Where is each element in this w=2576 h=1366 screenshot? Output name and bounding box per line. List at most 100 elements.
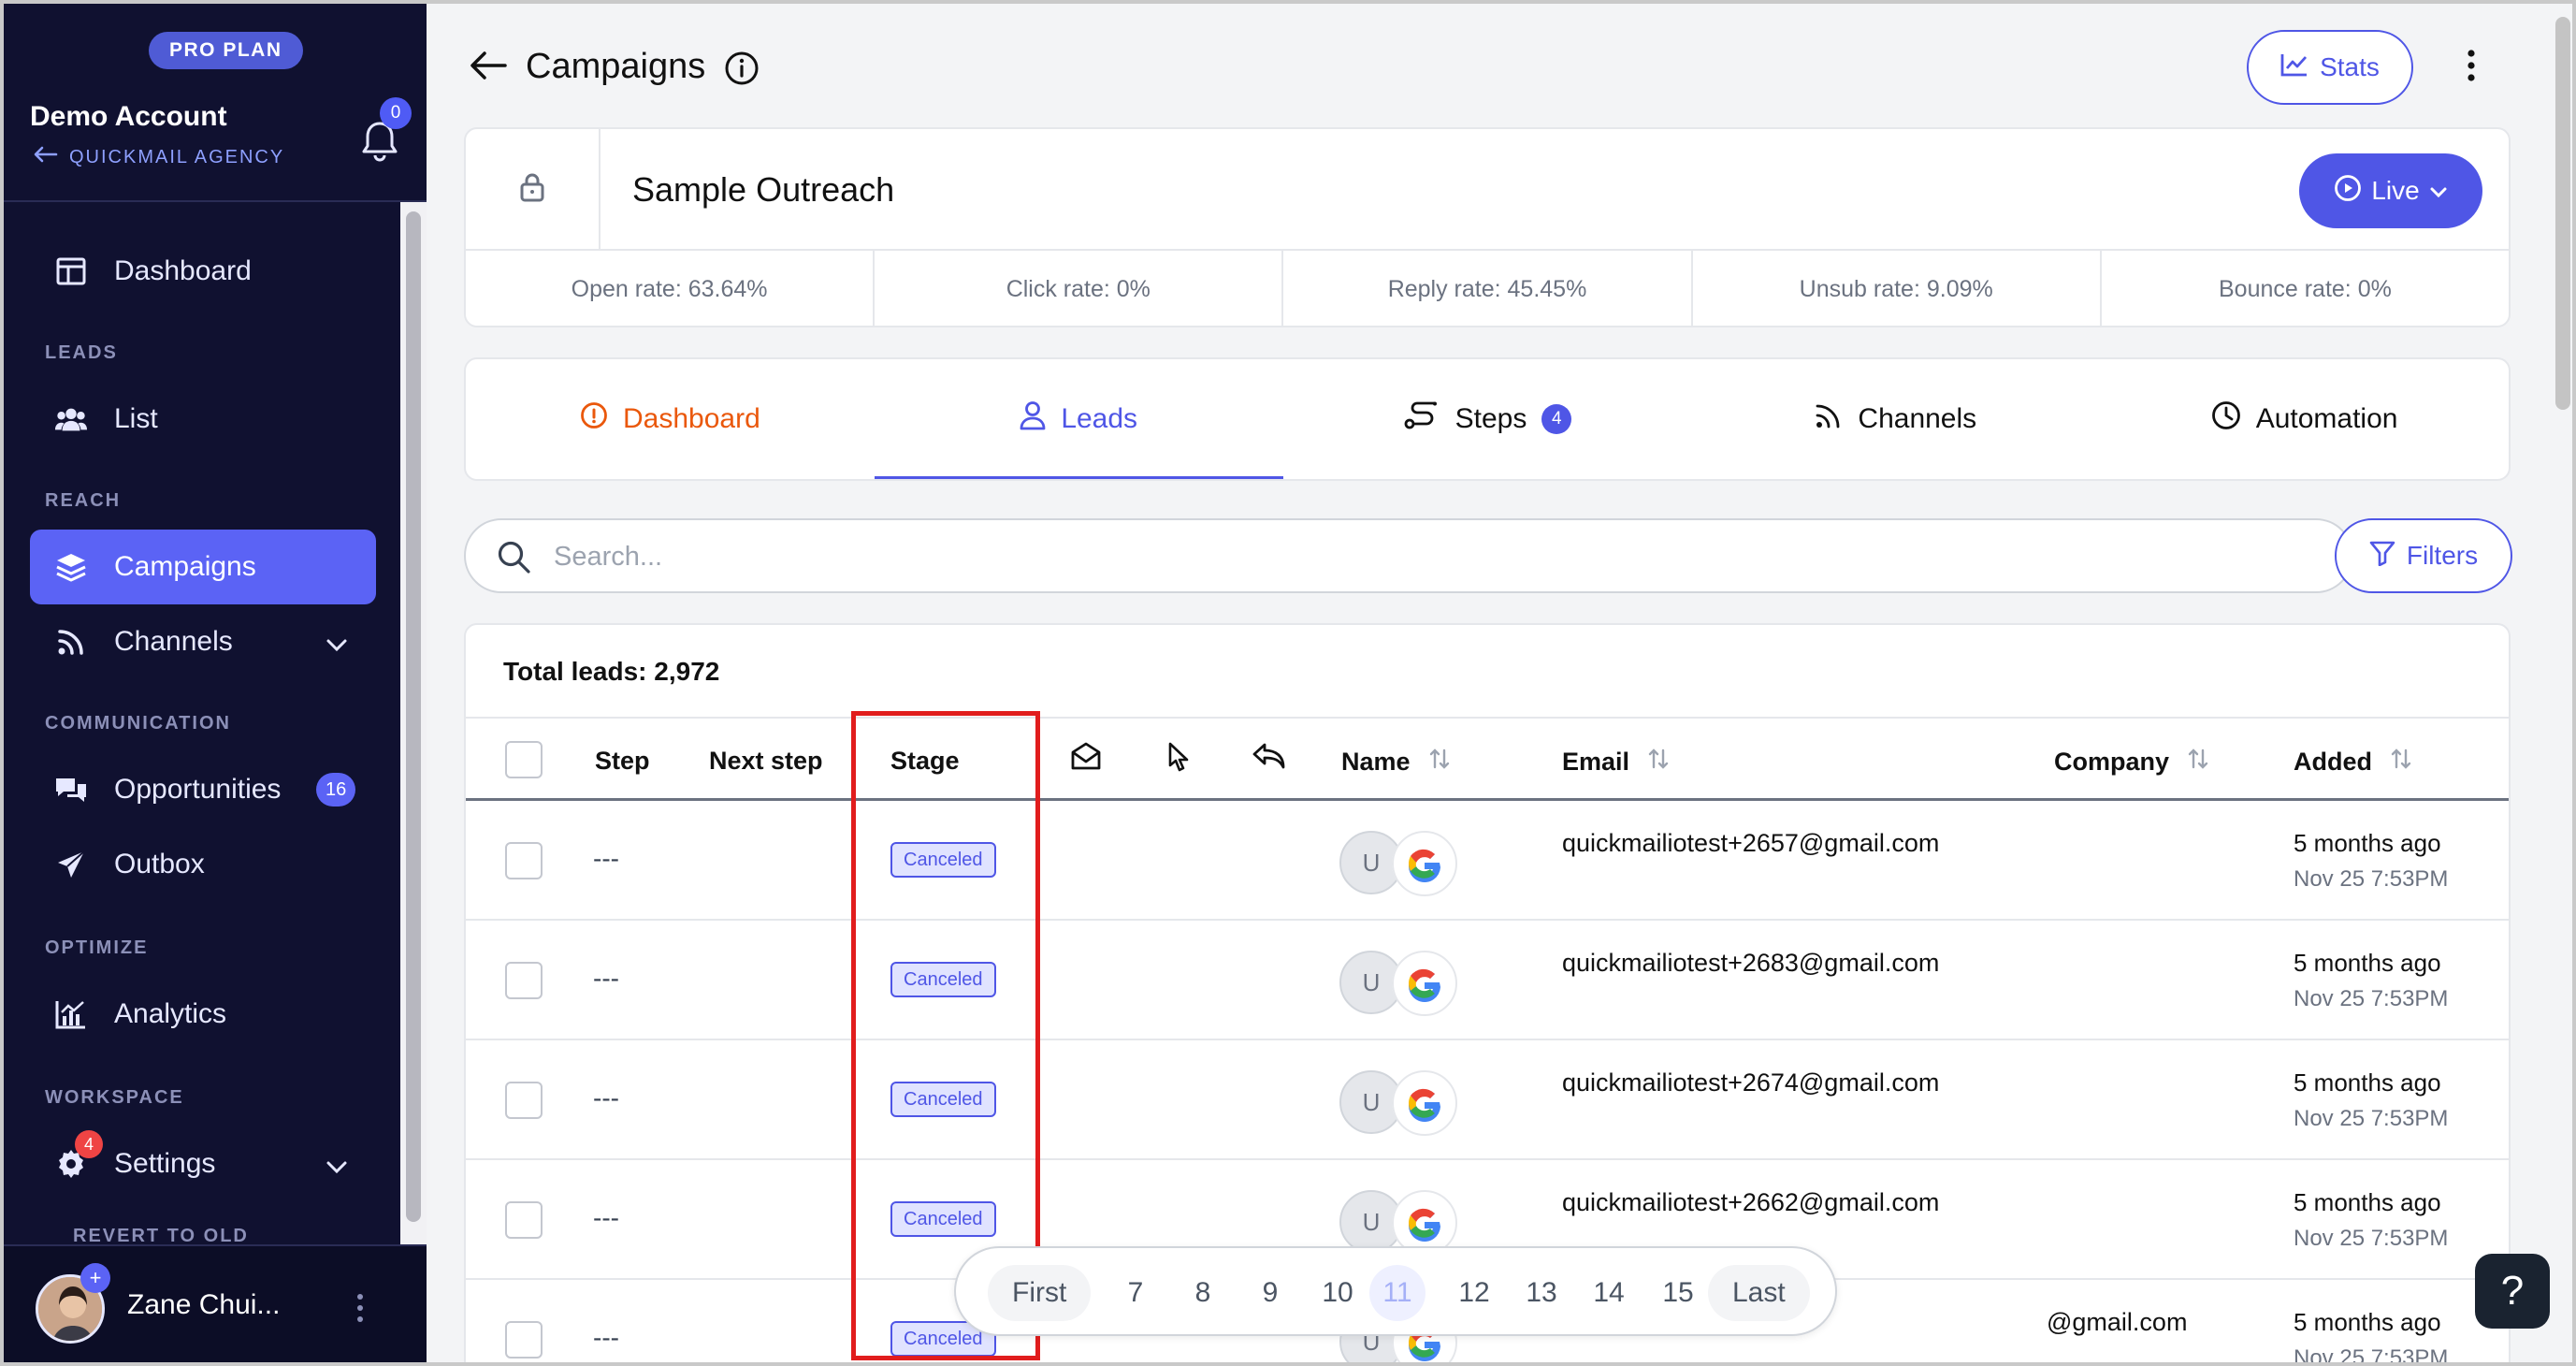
chat-icon: [54, 773, 88, 807]
account-name[interactable]: Demo Account: [30, 101, 227, 133]
sidebar-item-dashboard[interactable]: Dashboard: [30, 234, 376, 309]
page-button[interactable]: 13: [1517, 1265, 1566, 1321]
unsub-rate: Unsub rate: 9.09%: [1693, 251, 2102, 327]
added-date: Nov 25 7:53PM: [2294, 1106, 2449, 1131]
table-row[interactable]: --- Canceled U quickmailiotest+2674@gmai…: [466, 1040, 2509, 1160]
settings-count-badge: 4: [75, 1130, 103, 1158]
kebab-menu-icon[interactable]: [355, 1293, 365, 1328]
sort-icon: [2188, 747, 2208, 777]
stats-button-label: Stats: [2320, 52, 2380, 81]
tab-leads[interactable]: Leads: [874, 359, 1283, 479]
page-button[interactable]: 7: [1117, 1265, 1154, 1321]
sort-icon: [1648, 747, 1669, 777]
tab-dashboard[interactable]: Dashboard: [466, 359, 875, 479]
column-email[interactable]: Email: [1562, 747, 1669, 777]
page-title: Campaigns: [526, 47, 706, 86]
chevron-down-icon[interactable]: [326, 1151, 348, 1183]
page-button[interactable]: 15: [1654, 1265, 1702, 1321]
cursor-click-icon[interactable]: [1164, 741, 1192, 775]
arrow-left-icon[interactable]: [470, 51, 507, 85]
page-button-current[interactable]: 11: [1369, 1265, 1425, 1321]
chevron-down-icon[interactable]: [326, 629, 348, 661]
arrow-left-icon: [34, 146, 58, 168]
tab-channels[interactable]: Channels: [1691, 359, 2100, 479]
lead-email[interactable]: quickmailiotest+2657@gmail.com: [1562, 829, 1939, 858]
steps-count-badge: 4: [1541, 404, 1572, 434]
lock-toggle[interactable]: [466, 129, 601, 249]
add-account-badge[interactable]: +: [80, 1263, 110, 1293]
tab-label: Dashboard: [623, 403, 760, 434]
user-profile[interactable]: + Zane Chui...: [4, 1244, 427, 1362]
sidebar: PRO PLAN Demo Account QUICKMAIL AGENCY 0…: [4, 4, 427, 1362]
sidebar-item-list[interactable]: List: [30, 382, 376, 457]
column-added[interactable]: Added: [2294, 747, 2411, 777]
sidebar-item-outbox[interactable]: Outbox: [30, 827, 376, 902]
row-checkbox[interactable]: [505, 1082, 543, 1119]
tab-label: Steps: [1454, 403, 1527, 434]
column-step[interactable]: Step: [595, 747, 650, 776]
column-company[interactable]: Company: [2054, 747, 2208, 777]
select-all-checkbox[interactable]: [505, 741, 543, 778]
stats-button[interactable]: Stats: [2247, 30, 2413, 105]
search-input[interactable]: [554, 535, 2331, 578]
row-checkbox[interactable]: [505, 842, 543, 879]
sidebar-item-channels[interactable]: Channels: [30, 604, 376, 679]
row-checkbox[interactable]: [505, 1321, 543, 1359]
clock-icon: [2211, 400, 2241, 438]
sidebar-scrollbar-thumb[interactable]: [406, 211, 421, 1222]
added-date: Nov 25 7:53PM: [2294, 986, 2449, 1011]
page-button[interactable]: 8: [1184, 1265, 1222, 1321]
help-button[interactable]: ?: [2475, 1254, 2550, 1329]
page-button[interactable]: 14: [1585, 1265, 1633, 1321]
google-icon: [1392, 831, 1457, 896]
lead-email[interactable]: @gmail.com: [2047, 1308, 2187, 1337]
added-relative: 5 months ago: [2294, 1068, 2441, 1097]
tab-steps[interactable]: Steps 4: [1283, 359, 1692, 479]
campaign-tabs: Dashboard Leads Steps 4 Channels Automat…: [464, 357, 2511, 481]
sidebar-item-label: Analytics: [114, 998, 227, 1029]
page-button[interactable]: 12: [1450, 1265, 1498, 1321]
route-icon: [1403, 401, 1440, 437]
lead-email[interactable]: quickmailiotest+2683@gmail.com: [1562, 949, 1939, 978]
page-last-button[interactable]: Last: [1708, 1265, 1810, 1321]
lead-email[interactable]: quickmailiotest+2662@gmail.com: [1562, 1188, 1939, 1217]
main-content: Campaigns Stats Sample Outreach Live Ope…: [427, 4, 2550, 1366]
sidebar-item-analytics[interactable]: Analytics: [30, 977, 376, 1052]
live-status-button[interactable]: Live: [2299, 153, 2482, 228]
plan-badge: PRO PLAN: [149, 32, 303, 69]
column-next-step[interactable]: Next step: [709, 747, 823, 776]
sidebar-item-label: Dashboard: [114, 255, 252, 286]
tab-label: Automation: [2255, 403, 2398, 434]
envelope-open-icon[interactable]: [1070, 741, 1102, 771]
page-first-button[interactable]: First: [988, 1265, 1092, 1321]
table-row[interactable]: --- Canceled U quickmailiotest+2657@gmai…: [466, 801, 2509, 921]
campaign-name[interactable]: Sample Outreach: [632, 170, 894, 210]
table-row[interactable]: --- Canceled U quickmailiotest+2683@gmai…: [466, 921, 2509, 1040]
play-circle-icon: [2334, 174, 2362, 209]
info-icon[interactable]: [724, 51, 760, 91]
row-checkbox[interactable]: [505, 1201, 543, 1239]
column-name[interactable]: Name: [1341, 747, 1450, 777]
row-checkbox[interactable]: [505, 962, 543, 999]
sort-icon: [2391, 747, 2411, 777]
tab-automation[interactable]: Automation: [2100, 359, 2509, 479]
bounce-rate: Bounce rate: 0%: [2218, 275, 2392, 302]
added-relative: 5 months ago: [2294, 1188, 2441, 1216]
step-value: ---: [593, 1323, 619, 1352]
chevron-down-icon: [2429, 176, 2448, 206]
sidebar-item-campaigns[interactable]: Campaigns: [30, 530, 376, 604]
reply-icon[interactable]: [1252, 741, 1285, 771]
main-scrollbar-thumb[interactable]: [2555, 17, 2570, 410]
search-bar: [464, 518, 2353, 593]
lead-email[interactable]: quickmailiotest+2674@gmail.com: [1562, 1068, 1939, 1097]
added-date: Nov 25 7:53PM: [2294, 1345, 2449, 1366]
paper-plane-icon: [54, 848, 88, 881]
filters-button[interactable]: Filters: [2335, 518, 2512, 593]
rss-icon: [1815, 401, 1843, 437]
agency-link[interactable]: QUICKMAIL AGENCY: [34, 146, 284, 168]
kebab-menu-icon[interactable]: [2466, 49, 2477, 87]
page-button[interactable]: 9: [1252, 1265, 1289, 1321]
live-status-label: Live: [2371, 176, 2420, 205]
filter-icon: [2369, 540, 2395, 573]
page-button[interactable]: 10: [1313, 1265, 1362, 1321]
